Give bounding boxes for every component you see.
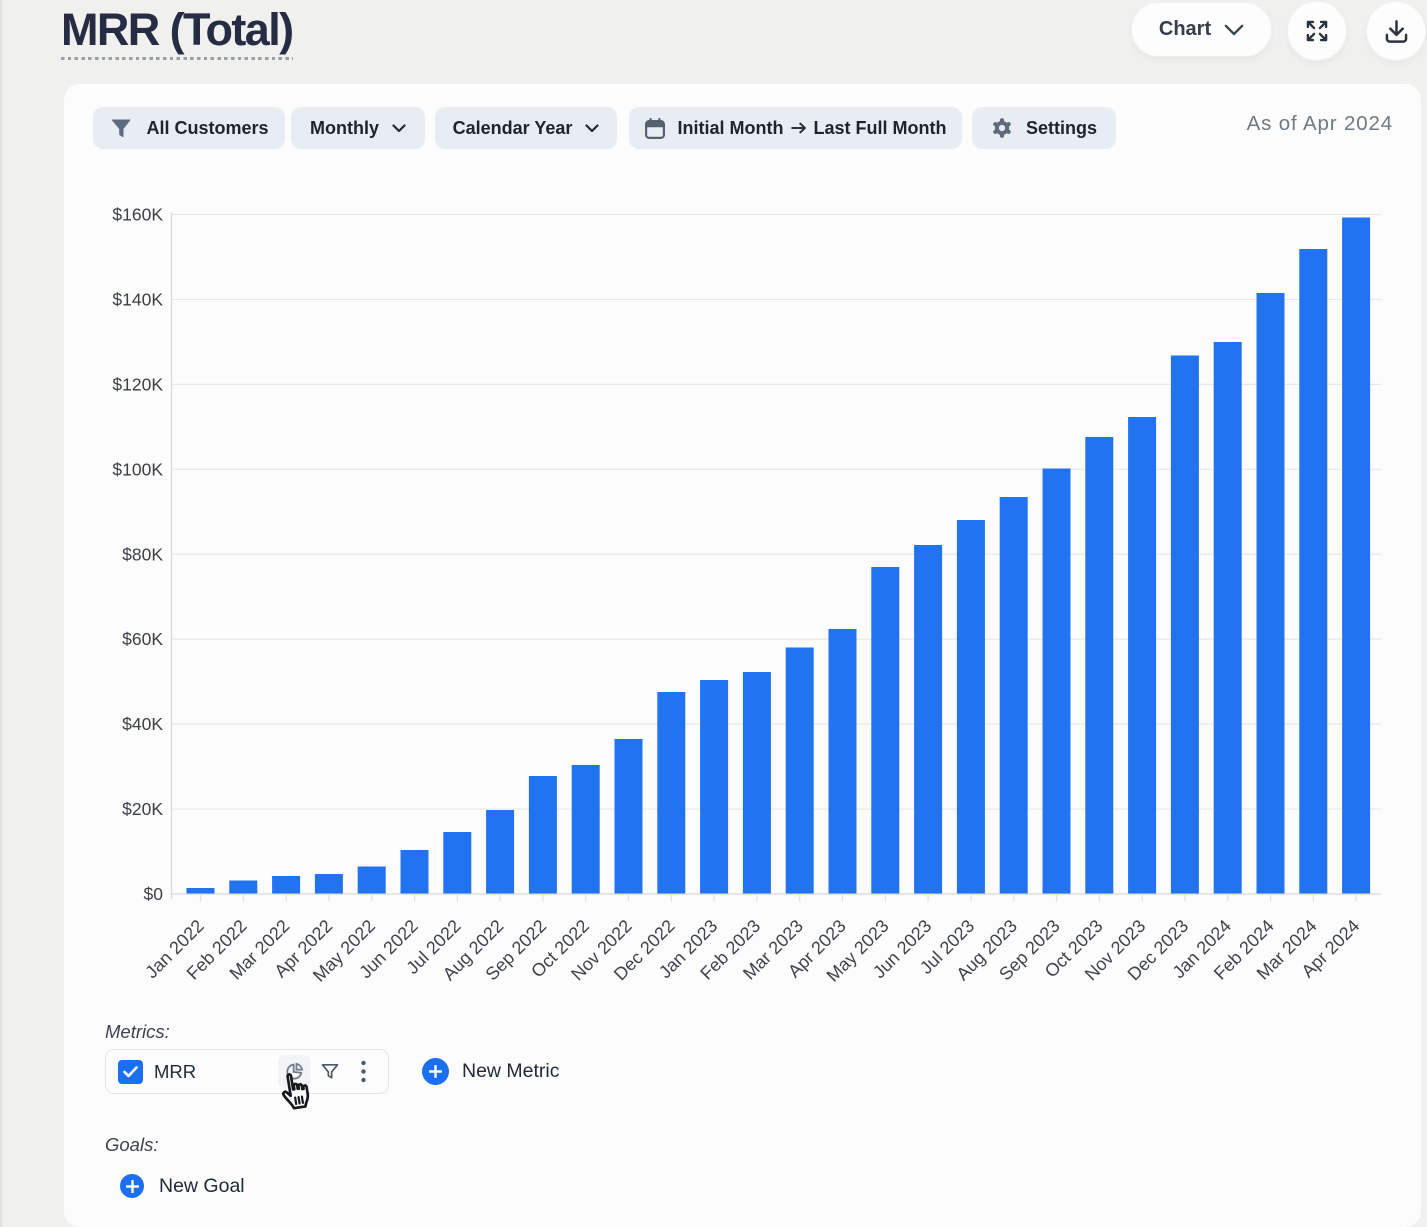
svg-text:$40K: $40K <box>122 714 163 734</box>
svg-text:$160K: $160K <box>112 205 163 225</box>
svg-text:$60K: $60K <box>122 629 163 649</box>
svg-text:$0: $0 <box>144 884 164 904</box>
svg-text:$100K: $100K <box>112 459 163 479</box>
svg-text:$140K: $140K <box>112 289 163 309</box>
svg-text:$20K: $20K <box>122 799 163 819</box>
svg-text:$120K: $120K <box>112 374 163 394</box>
svg-text:$80K: $80K <box>122 544 163 564</box>
